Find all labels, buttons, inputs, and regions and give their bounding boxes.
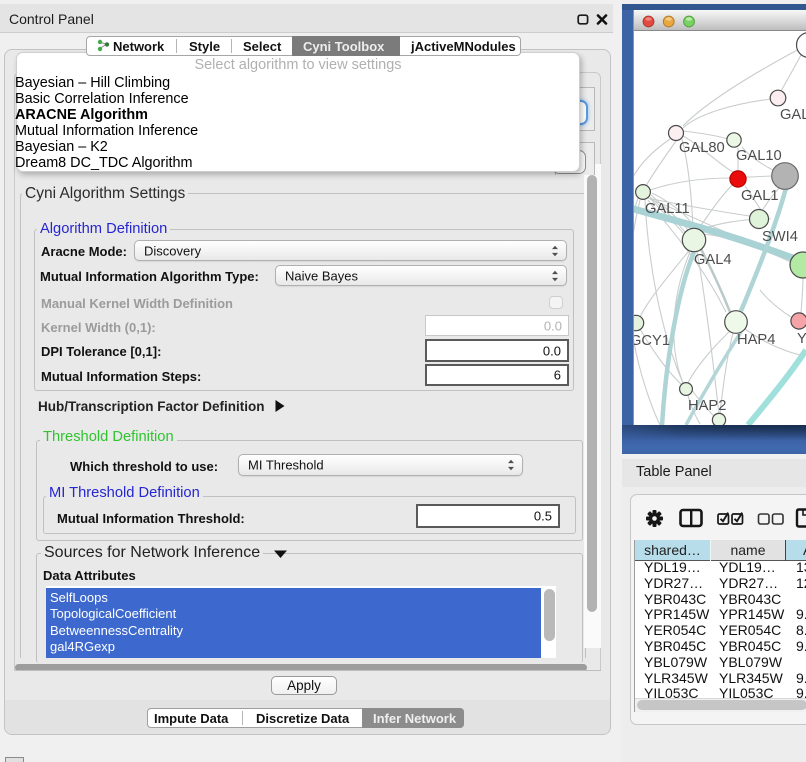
svg-text:GCY1: GCY1 bbox=[634, 333, 670, 349]
svg-text:GAL11: GAL11 bbox=[645, 201, 690, 217]
svg-text:GAL10: GAL10 bbox=[736, 148, 782, 164]
svg-text:SWI4: SWI4 bbox=[762, 229, 798, 245]
svg-text:HAP2: HAP2 bbox=[688, 398, 726, 414]
svg-text:GAL: GAL bbox=[780, 107, 806, 123]
svg-text:GAL1: GAL1 bbox=[741, 188, 779, 204]
svg-text:Y: Y bbox=[797, 331, 806, 347]
svg-text:HAP4: HAP4 bbox=[737, 332, 775, 348]
svg-text:GAL80: GAL80 bbox=[679, 140, 725, 156]
svg-text:GAL4: GAL4 bbox=[694, 252, 732, 268]
